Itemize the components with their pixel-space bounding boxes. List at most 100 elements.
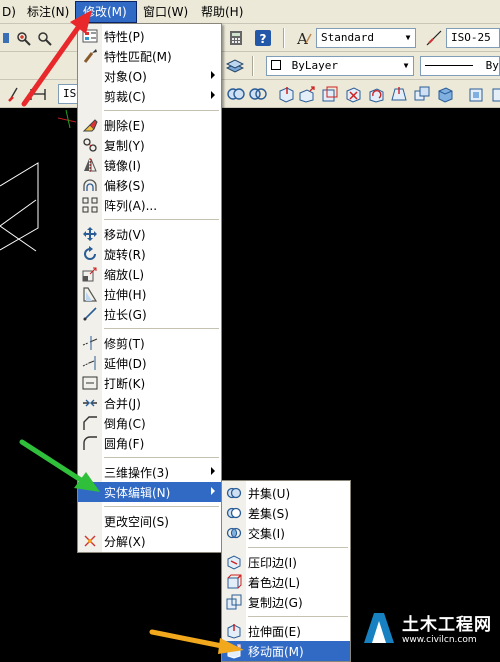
menu-item-label: 对象(O) — [104, 69, 147, 84]
menu-item-union[interactable]: 并集(U) — [222, 483, 350, 503]
subtract-toolbar-icon[interactable] — [248, 84, 268, 104]
solid-edit-submenu: 并集(U) 差集(S) 交集(I) 压印边(I) 着色边(L) 复制边(G) 拉… — [221, 480, 351, 662]
watermark-site-name: 土木工程网 — [402, 614, 492, 635]
menu-item-intersect[interactable]: 交集(I) — [222, 523, 350, 543]
move-icon — [82, 226, 98, 242]
menu-item-label: 移动面(M) — [248, 644, 304, 659]
dim-aligned-icon[interactable] — [28, 84, 48, 104]
copy-face-toolbar-icon[interactable] — [412, 84, 432, 104]
menu-dimension-partial[interactable]: D) — [0, 2, 20, 22]
menu-item-properties[interactable]: 特性(P) — [78, 26, 221, 46]
linetype-combo[interactable]: By — [420, 56, 500, 76]
text-style-value: Standard — [321, 31, 374, 44]
text-style-icon[interactable]: A — [293, 28, 313, 48]
menu-item-extrude-faces[interactable]: 拉伸面(E) — [222, 621, 350, 641]
dim-linear-icon[interactable] — [6, 84, 26, 104]
menu-item-extend[interactable]: 延伸(D) — [78, 353, 221, 373]
mirror-icon — [82, 157, 98, 173]
array-icon — [82, 197, 98, 213]
menu-item-stretch[interactable]: 拉伸(H) — [78, 284, 221, 304]
menu-dimension[interactable]: 标注(N) — [20, 2, 76, 22]
calculator-icon[interactable] — [226, 28, 246, 48]
menu-item-imprint-edges[interactable]: 压印边(I) — [222, 552, 350, 572]
menu-item-label: 拉伸(H) — [104, 287, 147, 302]
chamfer-icon — [82, 415, 98, 431]
join-icon — [82, 395, 98, 411]
help-icon[interactable]: ? — [253, 28, 273, 48]
color-face-toolbar-icon[interactable] — [435, 84, 455, 104]
menu-item-label: 复制(Y) — [104, 138, 145, 153]
zoom-window-icon[interactable] — [35, 28, 55, 48]
menu-item-3d-operations[interactable]: 三维操作(3) — [78, 462, 221, 482]
menu-item-label: 压印边(I) — [248, 555, 297, 570]
break-icon — [82, 375, 98, 391]
menu-item-explode[interactable]: 分解(X) — [78, 531, 221, 551]
menu-item-move-faces[interactable]: 移动面(M) — [222, 641, 350, 661]
menu-item-label: 三维操作(3) — [104, 465, 169, 480]
menu-item-subtract[interactable]: 差集(S) — [222, 503, 350, 523]
standard-toolbar: ? A Standard ▼ ISO-25 — [0, 24, 500, 52]
chevron-down-icon[interactable]: ▼ — [399, 57, 413, 75]
menu-separator — [104, 457, 219, 458]
color-swatch-icon — [271, 60, 281, 70]
menu-help[interactable]: 帮助(H) — [194, 2, 248, 22]
menu-item-label: 复制边(G) — [248, 595, 303, 610]
chevron-down-icon[interactable]: ▼ — [401, 29, 415, 47]
toolbar-separator — [283, 28, 285, 48]
menu-item-fillet[interactable]: 圆角(F) — [78, 433, 221, 453]
delete-face-toolbar-icon[interactable] — [343, 84, 363, 104]
menu-item-join[interactable]: 合并(J) — [78, 393, 221, 413]
menu-item-clip[interactable]: 剪裁(C) — [78, 86, 221, 106]
menu-item-match-properties[interactable]: 特性匹配(M) — [78, 46, 221, 66]
menu-item-rotate[interactable]: 旋转(R) — [78, 244, 221, 264]
menu-item-label: 偏移(S) — [104, 178, 145, 193]
menu-item-label: 合并(J) — [104, 396, 141, 411]
menu-item-erase[interactable]: 删除(E) — [78, 115, 221, 135]
subtract-icon — [226, 505, 242, 521]
menu-item-offset[interactable]: 偏移(S) — [78, 175, 221, 195]
menu-item-label: 特性匹配(M) — [104, 49, 172, 64]
rotate-face-toolbar-icon[interactable] — [366, 84, 386, 104]
menu-item-break[interactable]: 打断(K) — [78, 373, 221, 393]
move-face-toolbar-icon[interactable] — [297, 84, 317, 104]
imprint-toolbar-icon[interactable] — [466, 84, 486, 104]
submenu-arrow-icon — [211, 91, 215, 99]
menu-item-copy-edges[interactable]: 复制边(G) — [222, 592, 350, 612]
menu-item-chamfer[interactable]: 倒角(C) — [78, 413, 221, 433]
dim-iso-combo[interactable]: ISO — [58, 84, 78, 104]
menu-separator — [248, 616, 348, 617]
extrude-face-toolbar-icon[interactable] — [276, 84, 296, 104]
dimension-style-combo[interactable]: ISO-25 — [446, 28, 500, 48]
separate-toolbar-icon[interactable] — [488, 84, 500, 104]
menu-item-label: 延伸(D) — [104, 356, 147, 371]
menu-item-scale[interactable]: 缩放(L) — [78, 264, 221, 284]
offset-face-toolbar-icon[interactable] — [320, 84, 340, 104]
menu-item-trim[interactable]: 修剪(T) — [78, 333, 221, 353]
menu-item-object[interactable]: 对象(O) — [78, 66, 221, 86]
trim-icon — [82, 335, 98, 351]
menu-modify[interactable]: 修改(M) — [75, 0, 137, 23]
menu-item-move[interactable]: 移动(V) — [78, 224, 221, 244]
menu-separator — [104, 219, 219, 220]
menu-item-label: 分解(X) — [104, 534, 146, 549]
dimension-style-icon[interactable] — [424, 28, 444, 48]
menu-item-mirror[interactable]: 镜像(I) — [78, 155, 221, 175]
properties-icon — [82, 28, 98, 44]
menu-item-change-space[interactable]: 更改空间(S) — [78, 511, 221, 531]
menu-item-label: 阵列(A)... — [104, 198, 158, 213]
layer-previous-icon[interactable] — [225, 56, 245, 76]
taper-face-toolbar-icon[interactable] — [389, 84, 409, 104]
menu-item-label: 拉长(G) — [104, 307, 147, 322]
layer-combo[interactable]: ByLayer ▼ — [266, 56, 414, 76]
menu-item-color-edges[interactable]: 着色边(L) — [222, 572, 350, 592]
union-toolbar-icon[interactable] — [226, 84, 246, 104]
text-style-combo[interactable]: Standard ▼ — [316, 28, 416, 48]
menu-window[interactable]: 窗口(W) — [136, 2, 194, 22]
menu-item-solid-editing[interactable]: 实体编辑(N) — [78, 482, 221, 502]
menu-item-copy[interactable]: 复制(Y) — [78, 135, 221, 155]
zoom-realtime-icon[interactable] — [14, 28, 34, 48]
scale-icon — [82, 266, 98, 282]
menu-item-lengthen[interactable]: 拉长(G) — [78, 304, 221, 324]
submenu-arrow-icon — [211, 467, 215, 475]
menu-item-array[interactable]: 阵列(A)... — [78, 195, 221, 215]
